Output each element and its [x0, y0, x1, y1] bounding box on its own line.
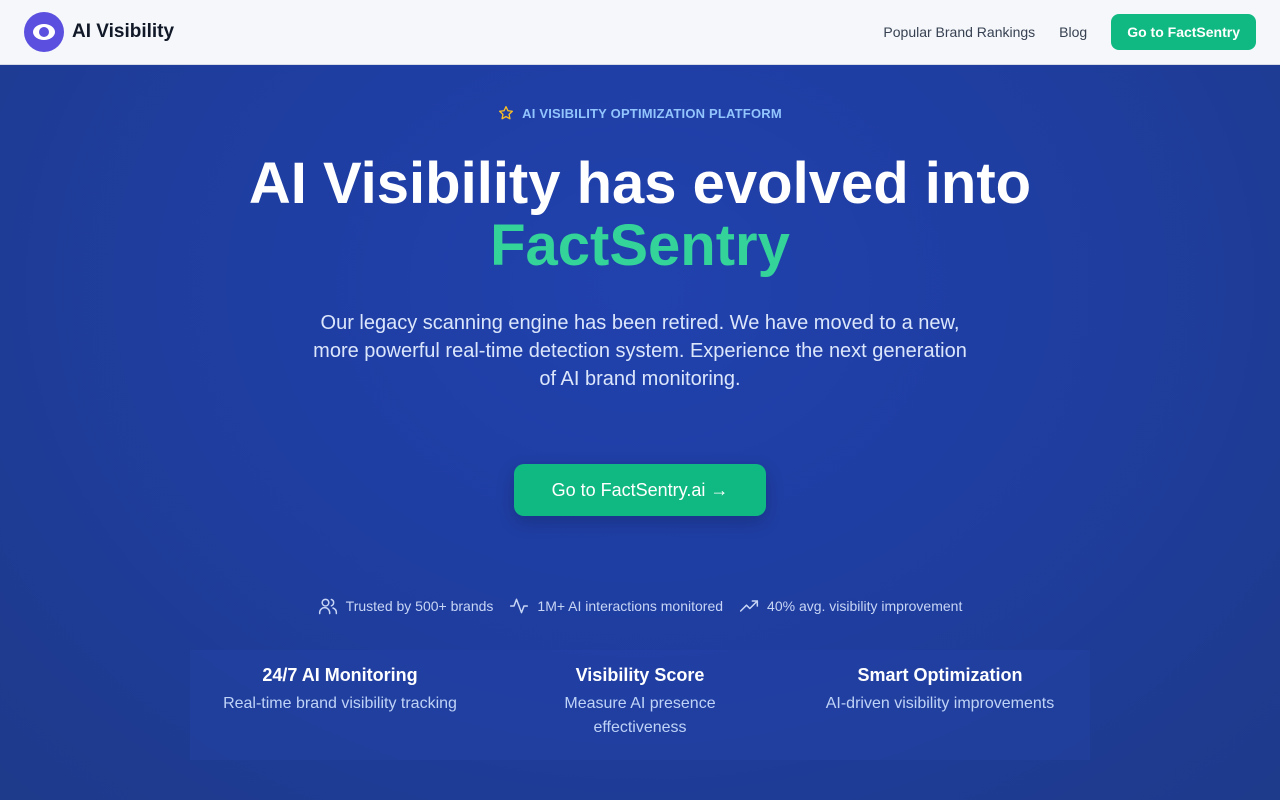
nav-link-blog[interactable]: Blog	[1059, 24, 1087, 40]
feature-desc: Real-time brand visibility tracking	[223, 695, 457, 712]
top-navbar: AI Visibility Popular Brand Rankings Blo…	[0, 0, 1280, 65]
hero-subtitle: Our legacy scanning engine has been reti…	[313, 312, 967, 390]
go-to-factsentry-ai-button[interactable]: Go to FactSentry.ai →	[514, 464, 766, 516]
stat-item: 1M+ AI interactions monitored	[509, 596, 723, 616]
feature-title: Visibility Score	[575, 665, 705, 685]
stat-item: 40% avg. visibility improvement	[739, 596, 962, 616]
eyebrow-label: AI VISIBILITY OPTIMIZATION PLATFORM	[522, 105, 782, 121]
stats-row: Trusted by 500+ brands 1M+ AI interactio…	[0, 596, 1280, 616]
eye-logo-icon	[24, 12, 64, 52]
features-grid: 24/7 AI Monitoring Real-time brand visib…	[190, 650, 1090, 760]
hero-section: AI VISIBILITY OPTIMIZATION PLATFORM AI V…	[0, 65, 1280, 800]
brand-name: AI Visibility	[72, 21, 175, 42]
brand[interactable]: AI Visibility	[24, 12, 174, 52]
feature-desc: AI-driven visibility improvements	[825, 695, 1055, 712]
go-to-factsentry-button[interactable]: Go to FactSentry	[1111, 14, 1256, 50]
star-icon	[498, 105, 514, 121]
stat-label: 1M+ AI interactions monitored	[537, 598, 724, 614]
nav-menu: Popular Brand Rankings Blog Go to FactSe…	[883, 14, 1256, 50]
nav-link-popular-brand-rankings[interactable]: Popular Brand Rankings	[883, 24, 1035, 40]
feature-desc: Measure AI presence effectiveness	[564, 695, 716, 736]
stat-item: Trusted by 500+ brands	[318, 596, 494, 616]
feature-card: Visibility Score Measure AI presence eff…	[490, 650, 790, 760]
stat-label: Trusted by 500+ brands	[345, 598, 494, 614]
hero-title: AI Visibility has evolved into	[248, 151, 1032, 216]
hero-title-accent: FactSentry	[490, 213, 790, 278]
activity-icon	[509, 596, 529, 616]
feature-title: Smart Optimization	[857, 665, 1023, 685]
stat-label: 40% avg. visibility improvement	[767, 598, 963, 614]
feature-card: 24/7 AI Monitoring Real-time brand visib…	[190, 650, 490, 760]
eyebrow: AI VISIBILITY OPTIMIZATION PLATFORM	[0, 105, 1280, 121]
trending-up-icon	[739, 596, 759, 616]
feature-card: Smart Optimization AI-driven visibility …	[790, 650, 1090, 760]
users-icon	[318, 596, 338, 616]
feature-title: 24/7 AI Monitoring	[262, 665, 418, 685]
